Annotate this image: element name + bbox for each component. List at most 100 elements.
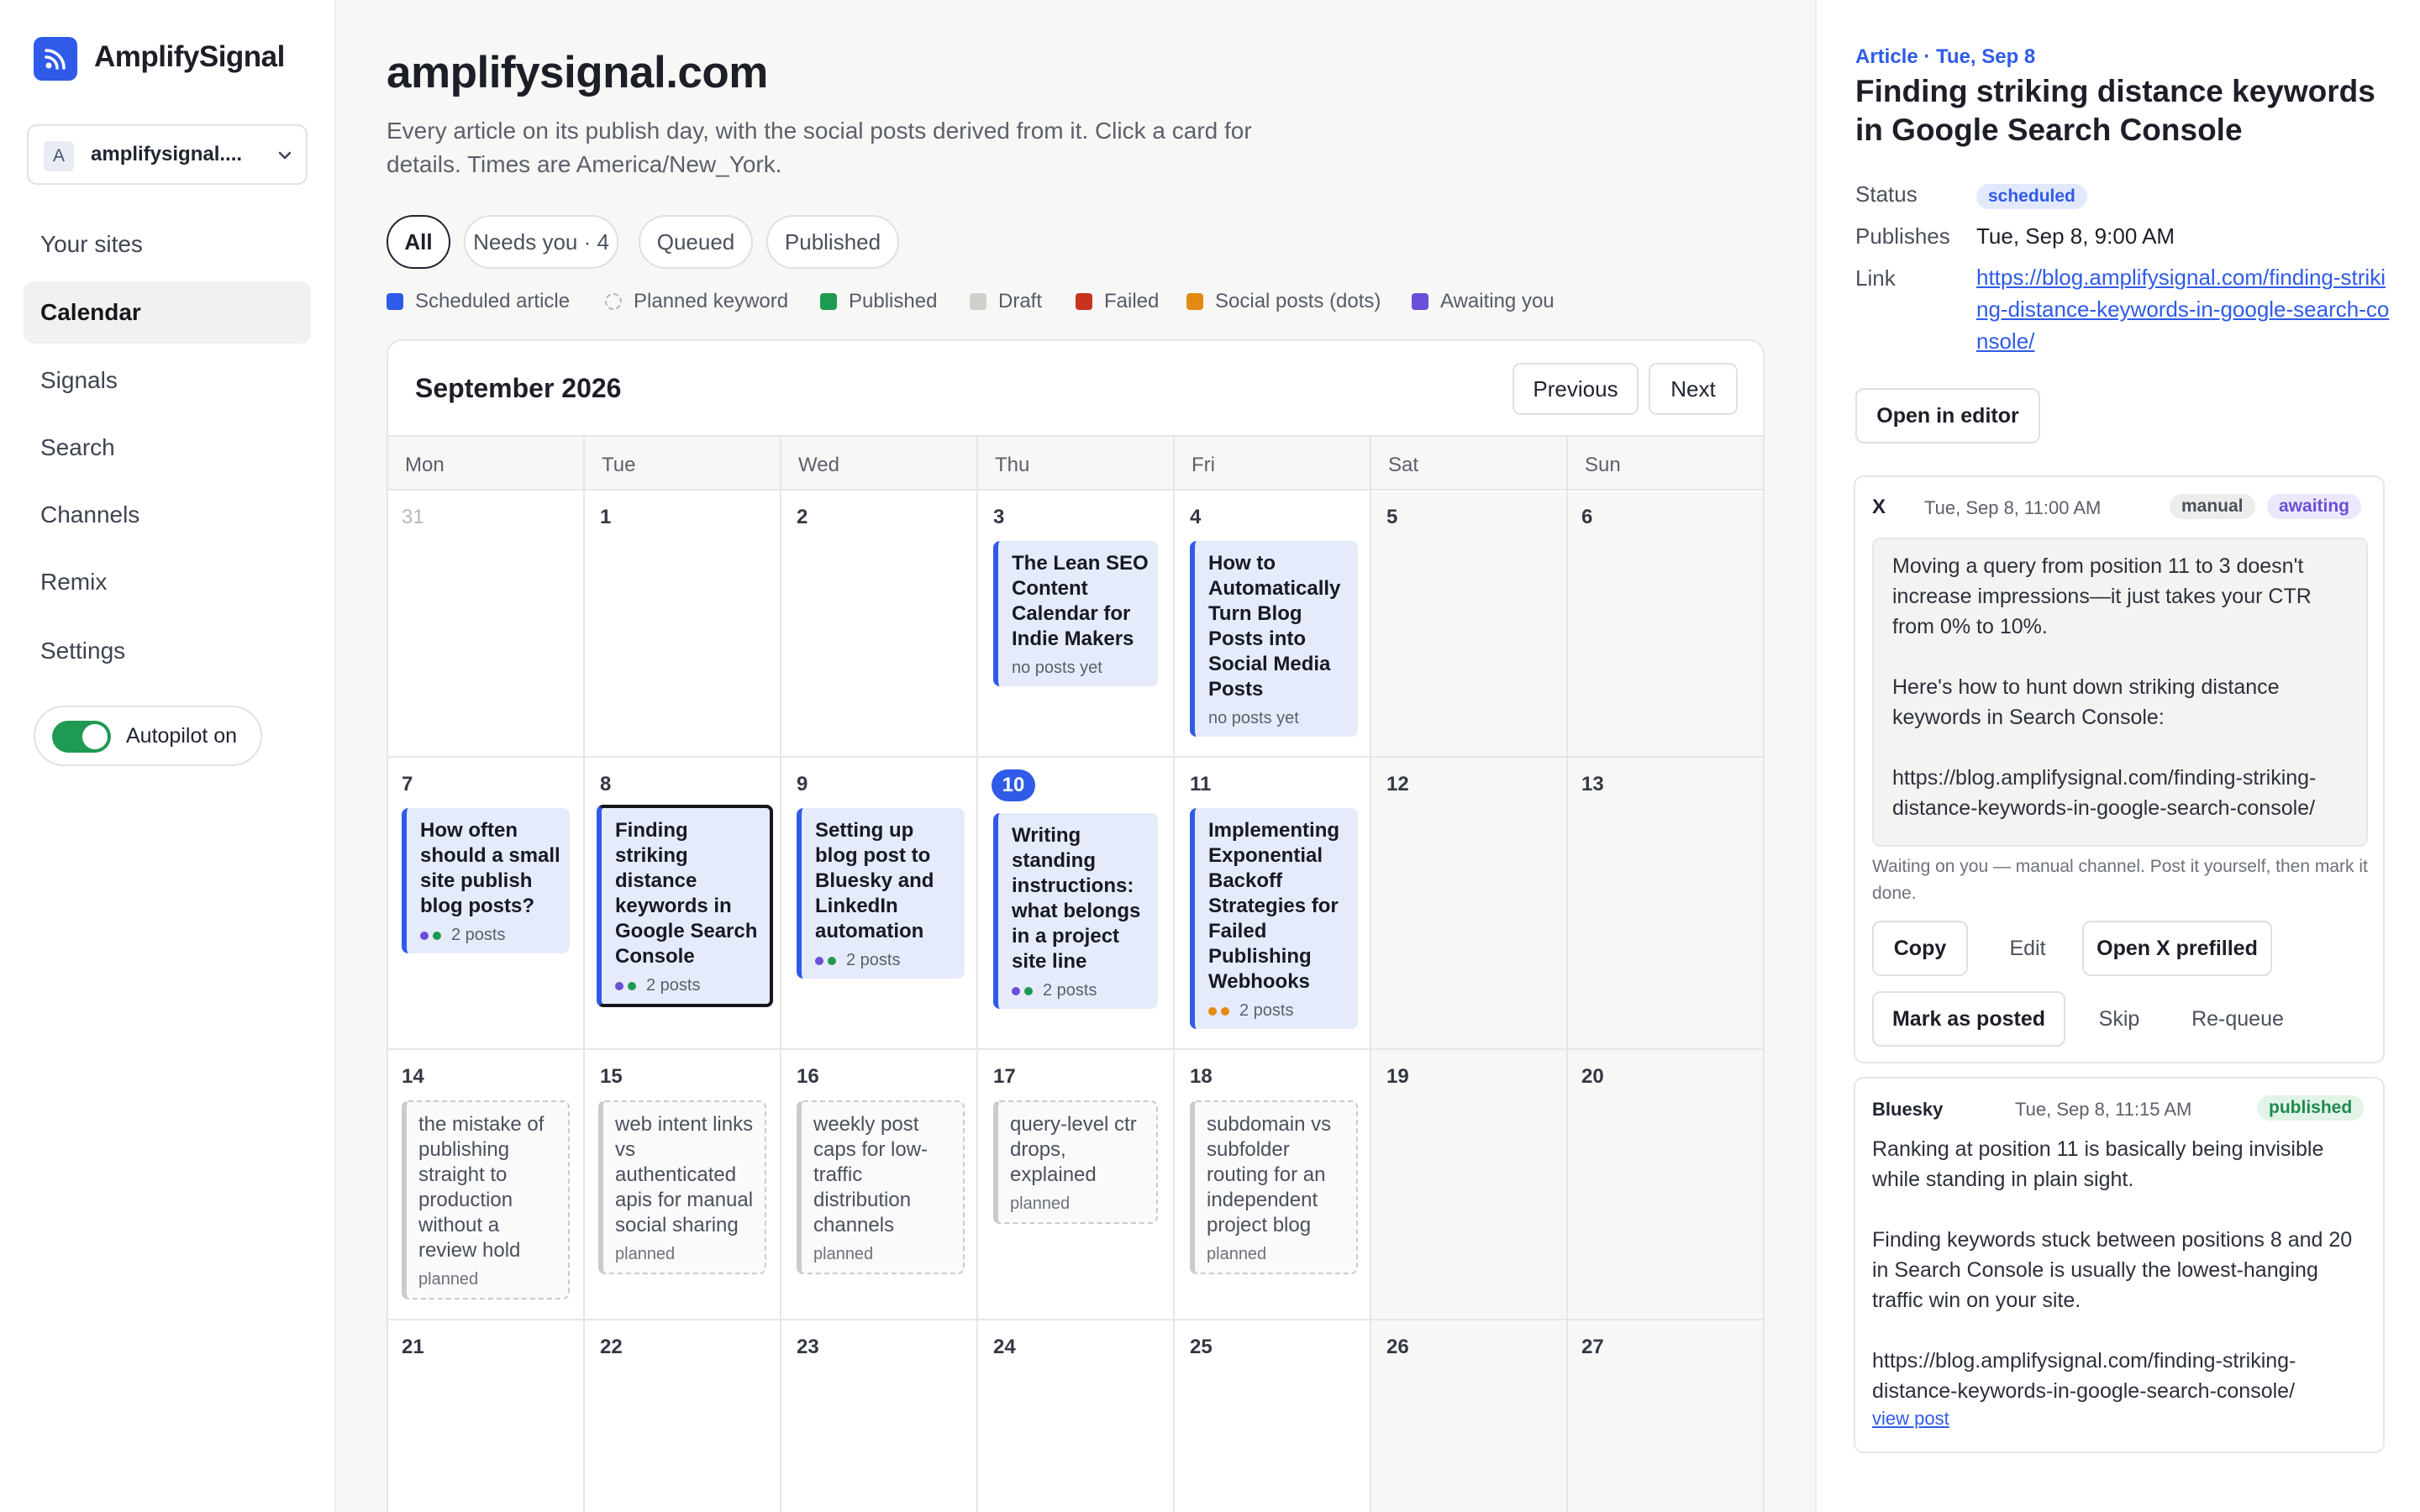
planned-title: web intent links vs authenticated apis f… [615, 1113, 754, 1236]
skip-button[interactable]: Skip [2075, 991, 2163, 1047]
post-body: Moving a query from position 11 to 3 doe… [1892, 554, 2317, 820]
article-meta: 2 posts [1012, 981, 1150, 1000]
nav-search[interactable]: Search [24, 417, 311, 479]
next-button[interactable]: Next [1649, 363, 1738, 415]
article-card[interactable]: How often should a small site publish bl… [402, 808, 570, 953]
article-card-selected[interactable]: Finding striking distance keywords in Go… [597, 805, 773, 1007]
planned-keyword-card[interactable]: web intent links vs authenticated apis f… [598, 1100, 766, 1274]
article-kicker: Article · Tue, Sep 8 [1855, 45, 2036, 68]
view-post-link[interactable]: view post [1872, 1408, 1949, 1430]
link-label: Link [1855, 265, 1896, 291]
grid-line [976, 435, 978, 1512]
today-badge: 10 [992, 769, 1035, 801]
copy-button[interactable]: Copy [1872, 921, 1968, 976]
status-label: Status [1855, 181, 1918, 207]
day-number: 12 [1386, 773, 1409, 795]
nav-remix[interactable]: Remix [24, 551, 311, 613]
weekend-shade [1371, 492, 1763, 1512]
autopilot-label: Autopilot on [126, 724, 238, 748]
autopilot-toggle[interactable]: Autopilot on [34, 706, 262, 766]
day-number: 23 [797, 1336, 819, 1358]
grid-line [780, 435, 781, 1512]
legend-draft: Draft [970, 290, 1042, 313]
planned-keyword-card[interactable]: weekly post caps for low-traffic distrib… [797, 1100, 965, 1274]
status-badge: scheduled [1976, 184, 2087, 209]
nav-signals[interactable]: Signals [24, 349, 311, 412]
filter-all[interactable]: All [387, 215, 450, 269]
nav-your-sites[interactable]: Your sites [24, 213, 311, 276]
article-card[interactable]: Setting up blog post to Bluesky and Link… [797, 808, 965, 979]
filter-published[interactable]: Published [766, 215, 899, 269]
calendar: September 2026 Previous Next Mon Tue Wed… [387, 339, 1765, 1512]
chevron-down-icon [272, 143, 297, 172]
nav-calendar[interactable]: Calendar [24, 281, 311, 344]
legend-scheduled: Scheduled article [387, 290, 570, 313]
article-title: How often should a small site publish bl… [420, 819, 560, 917]
planned-keyword-card[interactable]: query-level ctr drops, explained planned [993, 1100, 1158, 1224]
site-selector-value: amplifysignal.... [91, 143, 243, 165]
article-title: Writing standing instructions: what belo… [1012, 824, 1141, 973]
filter-queued[interactable]: Queued [639, 215, 753, 269]
grid-line [1173, 435, 1175, 1512]
article-title: Implementing Exponential Backoff Strateg… [1208, 819, 1340, 993]
day-number: 13 [1581, 773, 1604, 795]
day-number: 9 [797, 773, 808, 795]
article-card[interactable]: How to Automatically Turn Blog Posts int… [1190, 541, 1358, 737]
post-time: Tue, Sep 8, 11:15 AM [2015, 1099, 2192, 1120]
site-selector[interactable]: A amplifysignal.... [27, 124, 308, 185]
article-meta: no posts yet [1208, 709, 1299, 727]
grid-line [388, 1319, 1763, 1320]
weekday-header: Mon Tue Wed Thu Fri Sat Sun [388, 435, 1763, 491]
day-number: 16 [797, 1065, 819, 1088]
article-card[interactable]: Writing standing instructions: what belo… [993, 813, 1158, 1009]
planned-meta: planned [418, 1270, 479, 1289]
article-meta: 2 posts [815, 951, 956, 970]
grid-line [1370, 435, 1371, 1512]
weekday-fri: Fri [1192, 454, 1215, 476]
day-number: 1 [600, 506, 612, 528]
edit-button[interactable]: Edit [1981, 921, 2074, 976]
requeue-button[interactable]: Re-queue [2175, 991, 2301, 1047]
filter-needs-you[interactable]: Needs you · 4 [464, 215, 618, 269]
article-title: Finding striking distance keywords in Go… [615, 819, 758, 968]
planned-keyword-card[interactable]: subdomain vs subfolder routing for an in… [1190, 1100, 1358, 1274]
site-avatar: A [44, 141, 74, 171]
nav-channels[interactable]: Channels [24, 484, 311, 546]
planned-title: weekly post caps for low-traffic distrib… [813, 1113, 929, 1236]
day-number: 31 [402, 506, 424, 528]
post-body-box[interactable]: Moving a query from position 11 to 3 doe… [1872, 538, 2368, 847]
day-number: 20 [1581, 1065, 1604, 1088]
toggle-switch[interactable] [52, 721, 111, 753]
article-card[interactable]: Implementing Exponential Backoff Strateg… [1190, 808, 1358, 1029]
post-time: Tue, Sep 8, 11:00 AM [1924, 497, 2102, 518]
article-meta: 2 posts [615, 976, 761, 995]
mark-as-posted-button[interactable]: Mark as posted [1872, 991, 2065, 1047]
planned-meta: planned [1010, 1194, 1071, 1213]
rss-icon[interactable] [34, 37, 77, 81]
article-card[interactable]: The Lean SEO Content Calendar for Indie … [993, 541, 1158, 686]
planned-meta: planned [1207, 1245, 1267, 1263]
weekday-wed: Wed [798, 454, 839, 476]
calendar-month: September 2026 [415, 373, 622, 403]
grid-line [388, 1048, 1763, 1050]
planned-title: the mistake of publishing straight to pr… [418, 1113, 544, 1262]
page-description: Every article on its publish day, with t… [387, 118, 1252, 177]
open-in-editor-button[interactable]: Open in editor [1855, 388, 2040, 444]
day-number: 8 [600, 773, 612, 795]
day-number: 18 [1190, 1065, 1213, 1088]
weekday-mon: Mon [405, 454, 445, 476]
day-number: 22 [600, 1336, 623, 1358]
day-number: 14 [402, 1065, 424, 1088]
nav-settings[interactable]: Settings [24, 620, 311, 682]
brand-name[interactable]: AmplifySignal [94, 40, 285, 74]
weekday-tue: Tue [602, 454, 636, 476]
previous-button[interactable]: Previous [1512, 363, 1639, 415]
planned-keyword-card[interactable]: the mistake of publishing straight to pr… [402, 1100, 570, 1299]
toggle-knob [82, 724, 108, 749]
day-number: 19 [1386, 1065, 1409, 1088]
page-title: amplifysignal.com [387, 48, 768, 97]
legend-awaiting: Awaiting you [1412, 290, 1555, 313]
article-link[interactable]: https://blog.amplifysignal.com/finding-s… [1976, 261, 2396, 357]
open-x-prefilled-button[interactable]: Open X prefilled [2082, 921, 2272, 976]
post-note: Waiting on you — manual channel. Post it… [1872, 857, 2368, 903]
